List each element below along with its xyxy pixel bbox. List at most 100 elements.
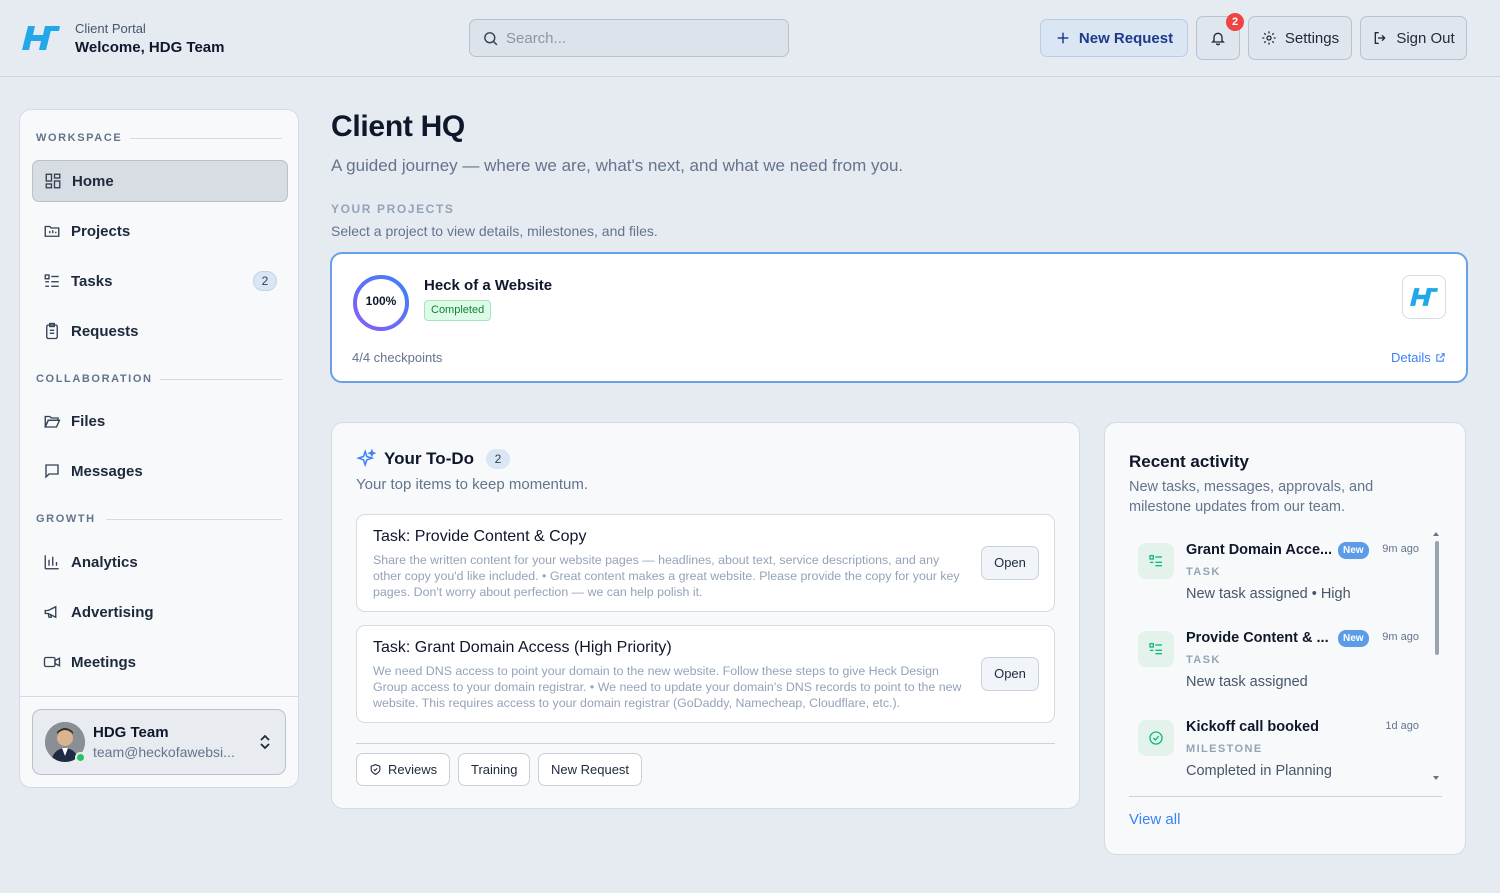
video-icon [42,652,62,672]
sidebar-item-label: Files [71,412,106,430]
section-label-workspace: WORKSPACE [36,132,123,144]
user-name: HDG Team [93,724,169,741]
task-title: Task: Provide Content & Copy [373,528,587,545]
sign-out-label: Sign Out [1396,29,1455,47]
activity-detail: Completed in Planning [1186,763,1332,779]
status-badge: Completed [424,300,492,321]
task-description: Share the written content for your websi… [373,553,960,599]
reviews-button[interactable]: Reviews [356,753,451,786]
view-all-link[interactable]: View all [1129,811,1180,828]
activity-type: MILESTONE [1186,743,1263,755]
settings-label: Settings [1284,29,1340,47]
sidebar-item-tasks[interactable]: Tasks 2 [32,260,288,302]
project-details-link[interactable]: Details [1391,350,1446,365]
portal-label: Client Portal [75,21,146,36]
scrollbar-thumb[interactable] [1435,541,1439,655]
sidebar-item-files[interactable]: Files [32,400,288,442]
task-item[interactable]: Task: Grant Domain Access (High Priority… [356,625,1055,723]
list-checks-icon [42,271,62,291]
activity-detail: New task assigned • High [1186,586,1351,602]
activity-item[interactable]: Kickoff call booked 1d ago MILESTONE Com… [1129,710,1429,789]
new-badge: New [1338,542,1369,559]
gear-icon [1262,31,1276,45]
new-request-chip-button[interactable]: New Request [538,753,643,786]
search-icon [484,32,498,46]
todo-header: Your To-Do 2 [356,449,511,469]
recent-activity-card: Recent activity New tasks, messages, app… [1104,422,1466,855]
external-link-icon [1436,353,1445,362]
notification-count-badge: 2 [1226,13,1244,31]
task-description: We need DNS access to point your domain … [373,664,962,710]
check-circle-icon [1138,720,1174,756]
user-email: team@heckofawebsi... [93,744,235,760]
sidebar-item-label: Requests [71,322,139,340]
brand-logo[interactable] [22,24,60,52]
project-logo [1402,275,1446,319]
dashboard-icon [43,171,63,191]
project-card[interactable]: 100% Heck of a Website Completed 4/4 che… [330,252,1468,383]
settings-button[interactable]: Settings [1248,16,1352,60]
sidebar-item-analytics[interactable]: Analytics [32,541,288,583]
section-label-collaboration: COLLABORATION [36,373,153,385]
section-label-growth: GROWTH [36,513,96,525]
task-list-icon [1138,631,1174,667]
activity-list[interactable]: Grant Domain Acce... New 9m ago TASK New… [1129,533,1445,789]
search-input[interactable] [506,20,776,56]
task-list-icon [1138,543,1174,579]
activity-item[interactable]: Provide Content & ... New 9m ago TASK Ne… [1129,621,1429,709]
todo-count-badge: 2 [486,449,511,469]
scroll-down-arrow[interactable] [1433,776,1439,780]
sidebar-item-meetings[interactable]: Meetings [32,641,288,683]
sidebar-item-projects[interactable]: Projects [32,210,288,252]
clipboard-icon [42,321,62,341]
sidebar-divider [20,696,298,697]
message-icon [42,461,62,481]
activity-title: Recent activity [1129,452,1249,471]
top-bar: Client Portal Welcome, HDG Team New Requ… [0,0,1500,77]
reviews-label: Reviews [388,762,438,777]
welcome-text: Welcome, HDG Team [75,39,225,56]
sign-out-button[interactable]: Sign Out [1360,16,1467,60]
activity-name: Kickoff call booked [1186,719,1319,735]
shield-icon [370,764,381,775]
page-title: Client HQ [331,110,465,143]
task-item[interactable]: Task: Provide Content & Copy Share the w… [356,514,1055,612]
open-task-button[interactable]: Open [981,546,1039,580]
activity-type: TASK [1186,654,1221,666]
sidebar-item-label: Home [72,172,114,190]
new-request-label: New Request [1078,29,1174,47]
sidebar-item-label: Advertising [71,603,154,621]
activity-time: 1d ago [1385,720,1419,732]
activity-divider [1129,796,1442,797]
section-divider [130,138,282,139]
todo-title: Your To-Do [384,449,475,468]
folder-open-icon [42,411,62,431]
sidebar-item-requests[interactable]: Requests [32,310,288,352]
sidebar-item-label: Tasks [71,272,113,290]
sidebar-item-label: Meetings [71,653,137,671]
open-task-button[interactable]: Open [981,657,1039,691]
search-box[interactable] [469,19,789,57]
activity-detail: New task assigned [1186,674,1308,690]
sidebar-item-advertising[interactable]: Advertising [32,591,288,633]
activity-name: Grant Domain Acce... [1186,542,1331,558]
sidebar-item-label: Projects [71,222,131,240]
scroll-up-arrow[interactable] [1433,532,1439,536]
activity-subtitle: New tasks, messages, approvals, and mile… [1129,479,1374,515]
sidebar-item-label: Messages [71,462,143,480]
sign-out-icon [1374,32,1386,44]
activity-time: 9m ago [1382,543,1419,555]
folder-chart-icon [42,221,62,241]
sidebar-item-messages[interactable]: Messages [32,450,288,492]
training-button[interactable]: Training [458,753,531,786]
training-label: Training [471,762,518,777]
activity-type: TASK [1186,566,1221,578]
section-divider [106,519,282,520]
page-subtitle: A guided journey — where we are, what's … [331,156,904,175]
sidebar-item-home[interactable]: Home [32,160,288,202]
tasks-count-badge: 2 [253,271,277,291]
activity-item[interactable]: Grant Domain Acce... New 9m ago TASK New… [1129,533,1429,621]
chevron-up-down-icon[interactable] [257,733,273,751]
user-menu[interactable]: HDG Team team@heckofawebsi... [32,709,286,775]
new-request-button[interactable]: New Request [1040,19,1188,57]
